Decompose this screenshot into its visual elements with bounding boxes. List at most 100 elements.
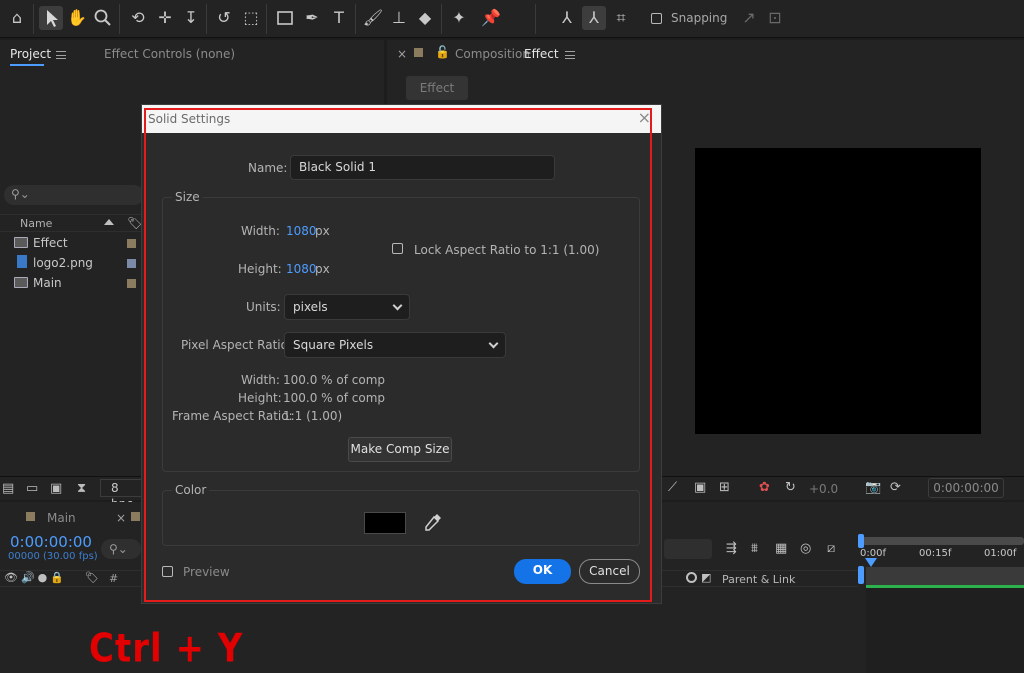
color-swatch[interactable] bbox=[364, 512, 406, 534]
color-channels-icon[interactable]: ✿ bbox=[759, 480, 770, 495]
reset-exposure-icon[interactable]: ↻ bbox=[785, 480, 796, 495]
close-tab-icon[interactable]: × bbox=[397, 47, 407, 61]
list-item[interactable]: logo2.png bbox=[14, 254, 144, 272]
lock-aspect-label[interactable]: Lock Aspect Ratio to 1:1 (1.00) bbox=[414, 243, 599, 257]
snapshot-camera-icon[interactable]: 📷 bbox=[865, 480, 881, 495]
exposure-value[interactable]: +0.0 bbox=[809, 482, 838, 496]
lock-aspect-checkbox[interactable] bbox=[392, 243, 403, 254]
local-axis-icon[interactable]: ⅄ bbox=[555, 6, 579, 30]
brush-tool-icon[interactable]: 🖌 bbox=[361, 6, 385, 30]
label-color-swatch bbox=[127, 259, 136, 268]
bit-depth-button[interactable]: 8 bpc bbox=[100, 479, 144, 511]
toolbar-divider bbox=[535, 4, 536, 34]
lock-icon[interactable]: 🔓 bbox=[435, 45, 450, 59]
timeline-current-time[interactable]: 0:00:00:00 bbox=[10, 533, 92, 551]
project-settings-icon[interactable]: ⧗ bbox=[77, 481, 86, 496]
region-of-interest-icon[interactable]: ⟋ bbox=[668, 480, 677, 495]
composition-flowchart-icon[interactable]: ⇶ bbox=[726, 541, 737, 556]
puppet-pin-icon[interactable]: 📌 bbox=[479, 6, 503, 30]
roto-brush-icon[interactable]: ✦ bbox=[447, 6, 471, 30]
frame-blending-icon[interactable]: ◎ bbox=[800, 541, 811, 556]
width-value[interactable]: 1080 bbox=[286, 224, 317, 238]
type-tool-icon[interactable]: T bbox=[327, 6, 351, 30]
work-area-bar[interactable] bbox=[862, 537, 1024, 545]
composition-breadcrumb[interactable]: Effect bbox=[406, 76, 468, 100]
composition-icon bbox=[14, 237, 28, 248]
preview-label[interactable]: Preview bbox=[183, 565, 230, 579]
item-name: Effect bbox=[33, 236, 68, 250]
view-axis-icon[interactable]: ⌗ bbox=[609, 6, 633, 30]
composition-tab-name[interactable]: Effect bbox=[524, 47, 559, 61]
pan-behind-icon[interactable]: ⬚ bbox=[239, 6, 263, 30]
timeline-frame-count: 00000 (30.00 fps) bbox=[8, 551, 98, 562]
dialog-title: Solid Settings bbox=[142, 105, 661, 133]
tab-main-timeline[interactable]: Main bbox=[47, 511, 76, 525]
tab-effect-controls[interactable]: Effect Controls (none) bbox=[104, 47, 235, 61]
playhead-marker[interactable] bbox=[858, 566, 864, 584]
tab-project[interactable]: Project bbox=[10, 47, 51, 61]
orbit-camera-icon[interactable]: ⟲ bbox=[126, 6, 150, 30]
preview-checkbox[interactable] bbox=[162, 566, 173, 577]
new-folder-icon[interactable]: ▭ bbox=[26, 481, 38, 496]
zoom-tool-icon[interactable] bbox=[91, 6, 115, 30]
solid-name-field[interactable]: Black Solid 1 bbox=[290, 155, 555, 180]
panel-menu-icon[interactable] bbox=[565, 51, 575, 59]
timeline-search-field-extension[interactable] bbox=[664, 539, 712, 559]
draft-3d-icon[interactable]: ⩩ bbox=[751, 541, 758, 556]
label-tag-icon[interactable]: 🏷 bbox=[127, 216, 142, 230]
world-axis-icon[interactable]: ⅄ bbox=[582, 6, 606, 30]
label-tag-icon[interactable]: 🏷 bbox=[85, 571, 99, 584]
current-time-display[interactable]: 0:00:00:00 bbox=[928, 478, 1004, 498]
snap-features-icon[interactable]: ⊡ bbox=[763, 6, 787, 30]
work-area-start-handle[interactable] bbox=[858, 534, 864, 548]
eraser-icon[interactable]: ◆ bbox=[413, 6, 437, 30]
units-dropdown[interactable]: pixels bbox=[284, 294, 410, 320]
dolly-camera-icon[interactable]: ↧ bbox=[179, 6, 203, 30]
show-snapshot-icon[interactable]: ⟳ bbox=[890, 480, 901, 495]
clone-stamp-icon[interactable]: ⊥ bbox=[387, 6, 411, 30]
units-label: Units: bbox=[246, 300, 281, 314]
snapping-checkbox[interactable] bbox=[651, 13, 662, 24]
snapping-label: Snapping bbox=[671, 11, 728, 25]
graph-editor-icon[interactable]: ⧄ bbox=[827, 541, 835, 556]
pixel-aspect-ratio-dropdown[interactable]: Square Pixels bbox=[284, 332, 506, 358]
make-comp-size-button[interactable]: Make Comp Size bbox=[348, 437, 452, 462]
interpret-footage-icon[interactable]: ▤ bbox=[2, 481, 14, 496]
pen-tool-icon[interactable]: ✒ bbox=[300, 6, 324, 30]
timeline-track-area[interactable] bbox=[866, 588, 1024, 673]
mask-visibility-icon[interactable]: ⊞ bbox=[719, 480, 730, 495]
adjustment-layer-icon[interactable]: ◩ bbox=[701, 571, 711, 584]
close-tab-icon[interactable]: × bbox=[116, 511, 126, 525]
selection-tool-icon[interactable] bbox=[39, 6, 63, 30]
rotate-tool-icon[interactable]: ↺ bbox=[212, 6, 236, 30]
transparency-grid-icon[interactable]: ▣ bbox=[694, 480, 706, 495]
sort-ascending-icon[interactable] bbox=[104, 219, 114, 225]
composition-tab-prefix[interactable]: Composition bbox=[455, 47, 530, 61]
frame-aspect-ratio-label: Frame Aspect Ratio: bbox=[172, 409, 293, 423]
composition-viewer-frame[interactable] bbox=[695, 148, 981, 434]
project-search-input[interactable]: ⚲⌄ bbox=[4, 185, 144, 205]
pan-camera-icon[interactable]: ✛ bbox=[153, 6, 177, 30]
height-value[interactable]: 1080 bbox=[286, 262, 317, 276]
hand-tool-icon[interactable]: ✋ bbox=[65, 6, 89, 30]
playhead-icon[interactable] bbox=[865, 558, 877, 567]
rectangle-tool-icon[interactable] bbox=[273, 6, 297, 30]
eyedropper-icon[interactable] bbox=[423, 512, 443, 532]
cancel-button[interactable]: Cancel bbox=[579, 559, 640, 584]
list-item[interactable]: Main bbox=[14, 274, 144, 292]
motion-blur-icon[interactable] bbox=[686, 572, 697, 583]
active-tab-underline bbox=[10, 64, 44, 66]
new-composition-icon[interactable]: ▣ bbox=[50, 481, 62, 496]
home-icon[interactable]: ⌂ bbox=[5, 6, 29, 30]
timeline-search-input[interactable]: ⚲⌄ bbox=[101, 539, 141, 559]
snap-edges-icon[interactable]: ↗ bbox=[737, 6, 761, 30]
close-icon[interactable]: × bbox=[638, 109, 651, 127]
panel-menu-icon[interactable] bbox=[56, 51, 66, 59]
av-switches-icons[interactable]: 👁🔊●🔒 bbox=[4, 571, 67, 584]
column-name-header[interactable]: Name bbox=[20, 217, 52, 230]
ok-button[interactable]: OK bbox=[514, 559, 571, 584]
list-item[interactable]: Effect bbox=[14, 234, 144, 252]
toolbar-divider bbox=[206, 4, 207, 34]
hide-shy-layers-icon[interactable]: ▦ bbox=[775, 541, 787, 556]
label-color-swatch bbox=[131, 512, 140, 521]
